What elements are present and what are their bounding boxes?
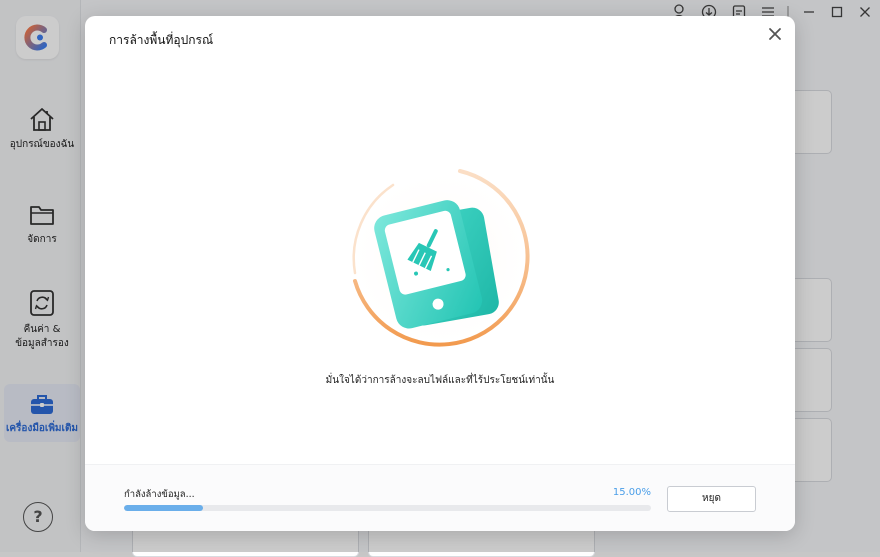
cleanup-dialog: การล้างพื้นที่อุปกรณ์ มั่นใจได้ว่าการล้า…: [85, 16, 795, 531]
cleaning-illustration: [348, 167, 532, 351]
dialog-footer: กำลังล้างข้อมูล... 15.00% หยุด: [85, 464, 795, 531]
progress-bar: [124, 505, 651, 511]
progress-fill: [124, 505, 204, 511]
safety-hint: มั่นใจได้ว่าการล้างจะลบไฟล์และที่ไร้ประโ…: [325, 375, 555, 386]
dialog-title: การล้างพื้นที่อุปกรณ์: [109, 33, 214, 47]
status-text: กำลังล้างข้อมูล...: [124, 489, 195, 500]
progress-percent: 15.00%: [612, 487, 651, 498]
stop-button[interactable]: หยุด: [667, 486, 756, 512]
close-icon[interactable]: [767, 26, 783, 42]
